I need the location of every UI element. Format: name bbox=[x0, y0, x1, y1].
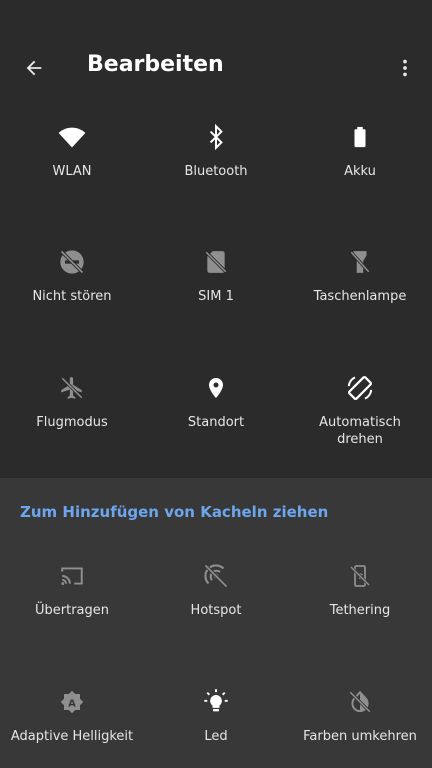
tile-uebertragen[interactable]: Übertragen bbox=[0, 560, 144, 670]
tile-wlan[interactable]: WLAN bbox=[0, 121, 144, 231]
cast-icon bbox=[56, 560, 88, 592]
tile-akku[interactable]: Akku bbox=[288, 121, 432, 231]
tile-adaptive-helligkeit[interactable]: A Adaptive Helligkeit bbox=[0, 686, 144, 768]
battery-icon bbox=[344, 121, 376, 153]
bluetooth-icon bbox=[200, 121, 232, 153]
tile-label: Übertragen bbox=[34, 603, 109, 618]
sim-off-icon bbox=[200, 246, 232, 278]
hotspot-off-icon bbox=[200, 560, 232, 592]
auto-rotate-icon bbox=[344, 372, 376, 404]
more-vert-icon bbox=[403, 59, 407, 77]
svg-text:A: A bbox=[68, 698, 76, 709]
flashlight-off-icon bbox=[344, 246, 376, 278]
tile-tethering[interactable]: Tethering bbox=[288, 560, 432, 670]
tile-bluetooth[interactable]: Bluetooth bbox=[144, 121, 288, 231]
tile-label: Farben umkehren bbox=[303, 729, 417, 744]
toolbar: Bearbeiten bbox=[0, 0, 432, 124]
tile-sim-1[interactable]: SIM 1 bbox=[144, 246, 288, 356]
tile-label: Led bbox=[204, 729, 228, 744]
led-bulb-icon bbox=[200, 686, 232, 718]
tile-automatisch-drehen[interactable]: Automatisch drehen bbox=[288, 372, 432, 482]
adaptive-brightness-icon: A bbox=[56, 686, 88, 718]
airplane-off-icon bbox=[56, 372, 88, 404]
tile-nicht-stoeren[interactable]: Nicht stören bbox=[0, 246, 144, 356]
tile-label: Automatisch drehen bbox=[319, 415, 401, 447]
tile-label: Tethering bbox=[329, 603, 391, 618]
tile-label: Taschenlampe bbox=[313, 289, 407, 304]
wifi-icon bbox=[56, 121, 88, 153]
tile-label: WLAN bbox=[52, 164, 92, 179]
tile-taschenlampe[interactable]: Taschenlampe bbox=[288, 246, 432, 356]
overflow-menu-button[interactable] bbox=[388, 50, 422, 86]
tile-label: SIM 1 bbox=[198, 289, 234, 304]
back-button[interactable] bbox=[14, 50, 54, 86]
page-title: Bearbeiten bbox=[87, 52, 224, 77]
tile-label: Hotspot bbox=[190, 603, 242, 618]
tile-label: Standort bbox=[187, 415, 245, 430]
drag-to-add-hint: Zum Hinzufügen von Kacheln ziehen bbox=[20, 503, 329, 521]
tile-label: Adaptive Helligkeit bbox=[10, 729, 134, 744]
tile-flugmodus[interactable]: Flugmodus bbox=[0, 372, 144, 482]
tile-standort[interactable]: Standort bbox=[144, 372, 288, 482]
quick-settings-edit-screen: Bearbeiten WLAN Bluetooth Akku Nicht stö… bbox=[0, 0, 432, 768]
tile-label: Flugmodus bbox=[36, 415, 108, 430]
tile-farben-umkehren[interactable]: Farben umkehren bbox=[288, 686, 432, 768]
tile-led[interactable]: Led bbox=[144, 686, 288, 768]
arrow-back-icon bbox=[26, 60, 42, 76]
tile-hotspot[interactable]: Hotspot bbox=[144, 560, 288, 670]
tile-label: Akku bbox=[344, 164, 376, 179]
tethering-off-icon bbox=[344, 560, 376, 592]
location-icon bbox=[200, 372, 232, 404]
do-not-disturb-icon bbox=[56, 246, 88, 278]
invert-colors-off-icon bbox=[344, 686, 376, 718]
tile-label: Bluetooth bbox=[184, 164, 248, 179]
tile-label: Nicht stören bbox=[32, 289, 112, 304]
